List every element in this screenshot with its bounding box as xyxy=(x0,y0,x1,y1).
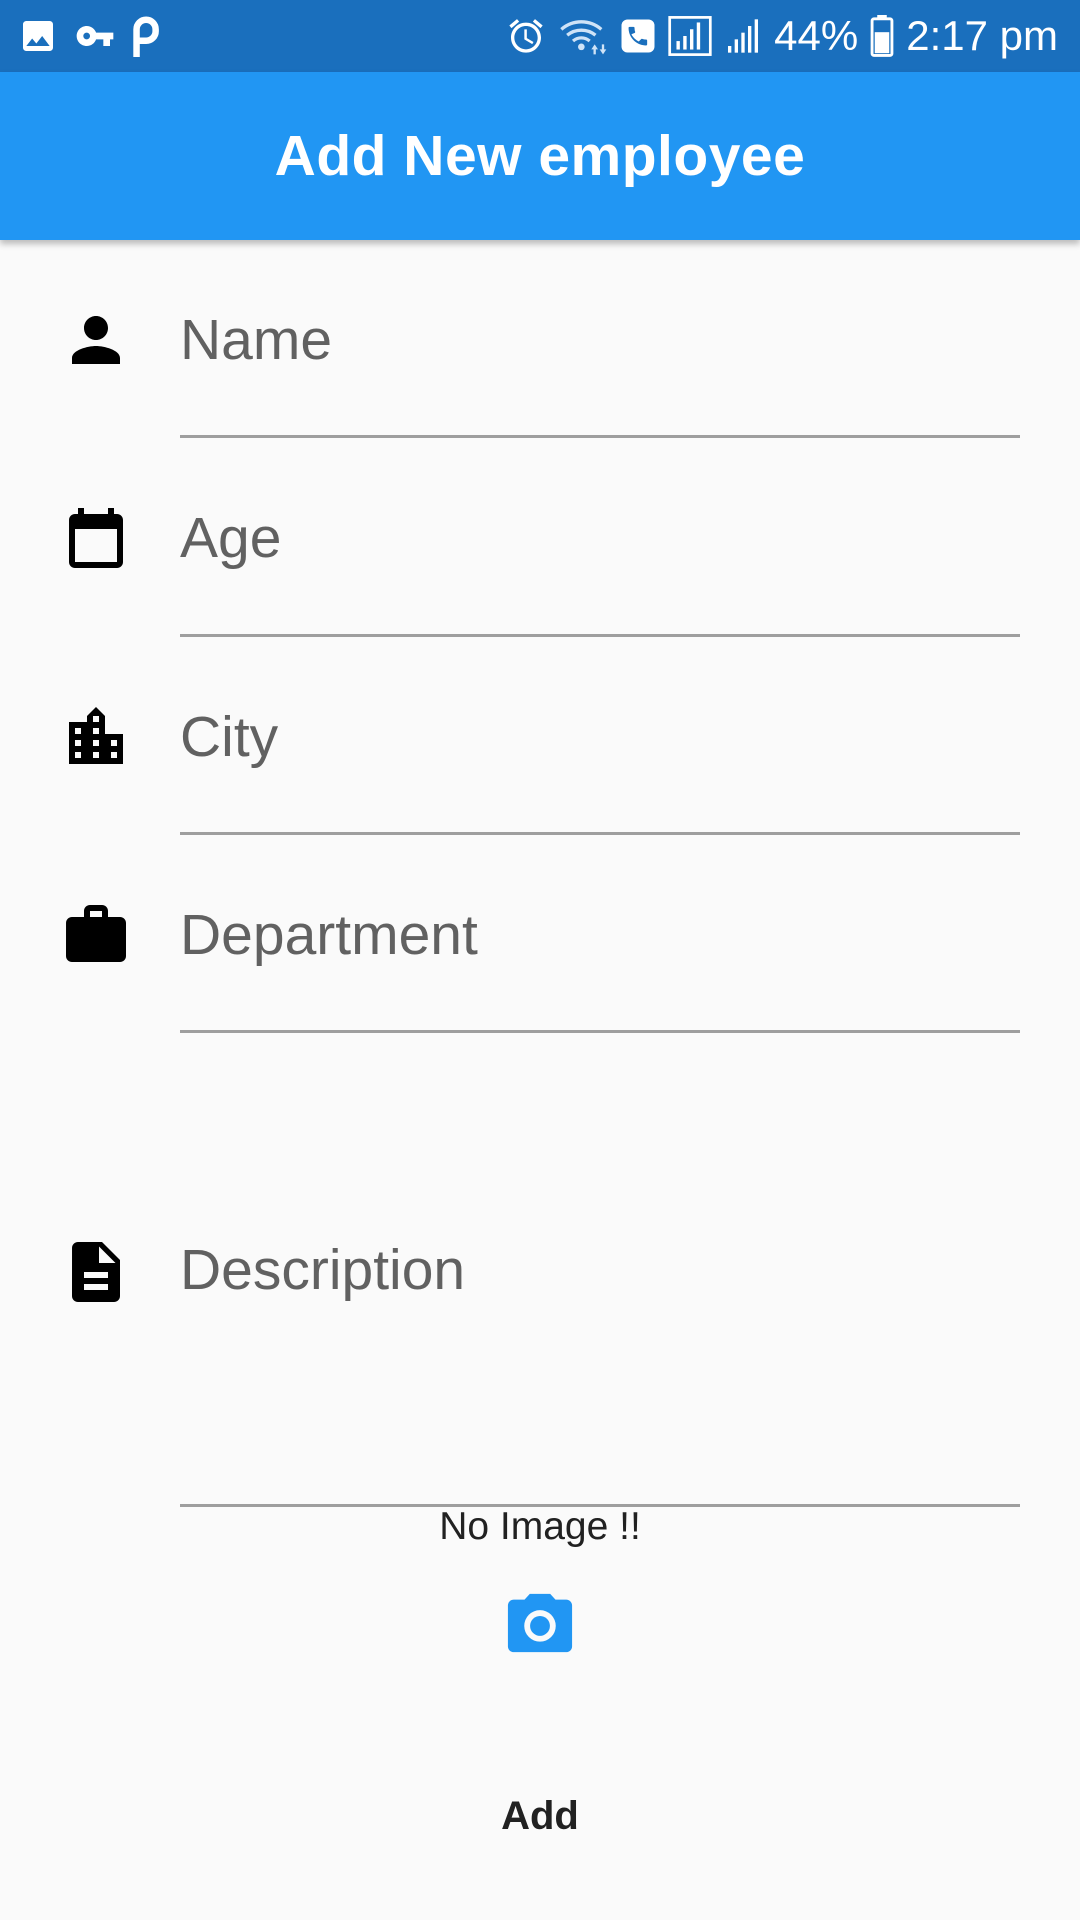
phone-icon xyxy=(621,19,655,53)
app-bar: Add New employee xyxy=(0,72,1080,240)
name-input[interactable] xyxy=(180,300,1020,380)
alarm-icon xyxy=(509,19,543,53)
wifi-calling-icon xyxy=(560,20,607,55)
key-icon xyxy=(76,26,114,46)
name-underline xyxy=(180,435,1020,438)
age-underline xyxy=(180,634,1020,637)
battery-icon xyxy=(870,15,894,57)
signal-icon xyxy=(728,19,759,53)
p-icon xyxy=(133,16,159,57)
description-icon xyxy=(72,1242,120,1302)
add-employee-screen: 44% 2:17 pm Add New employee Name Age Ci… xyxy=(0,0,1080,1920)
status-bar: 44% 2:17 pm xyxy=(0,0,1080,72)
age-input[interactable] xyxy=(180,498,1020,578)
add-button[interactable]: Add xyxy=(440,1780,640,1852)
department-underline xyxy=(180,1030,1020,1033)
description-field xyxy=(0,1232,1080,1512)
name-field xyxy=(0,300,1080,440)
person-icon xyxy=(72,316,120,364)
signal-icon xyxy=(668,16,712,56)
department-field xyxy=(0,895,1080,1035)
page-title: Add New employee xyxy=(274,124,806,188)
camera-icon[interactable] xyxy=(505,1590,575,1656)
age-field xyxy=(0,498,1080,638)
department-input[interactable] xyxy=(180,895,1020,975)
city-icon xyxy=(69,707,123,764)
city-field xyxy=(0,697,1080,837)
city-input[interactable] xyxy=(180,697,1020,777)
status-bar-left xyxy=(18,0,164,72)
status-time: 2:17 pm xyxy=(906,12,1058,59)
city-underline xyxy=(180,832,1020,835)
no-image-text: No Image !! xyxy=(439,1505,641,1548)
work-icon xyxy=(66,905,126,962)
calendar-icon xyxy=(69,508,123,568)
status-bar-right: 44% 2:17 pm xyxy=(506,0,1058,72)
description-input[interactable] xyxy=(180,1232,1020,1432)
battery-percent: 44% xyxy=(774,12,859,59)
image-icon xyxy=(23,21,53,51)
